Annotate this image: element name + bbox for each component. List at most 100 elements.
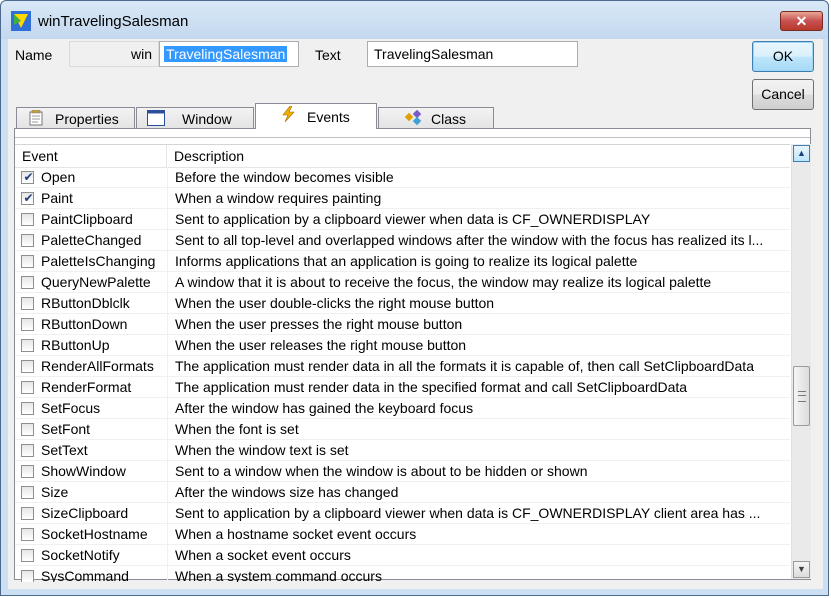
window-icon (147, 110, 165, 126)
event-description: When the font is set (167, 419, 787, 440)
checkmark-icon: ✔ (23, 191, 34, 205)
event-description: When a window requires painting (167, 188, 787, 209)
ok-button[interactable]: OK (752, 41, 814, 72)
table-row[interactable]: SetFocus After the window has gained the … (15, 398, 790, 419)
event-description: When the window text is set (167, 440, 787, 461)
name-prefix-field: win (69, 41, 159, 67)
event-checkbox[interactable] (21, 528, 34, 541)
event-description: When a hostname socket event occurs (167, 524, 787, 545)
event-description: When the user releases the right mouse b… (167, 335, 787, 356)
tab-properties[interactable]: Properties (16, 107, 135, 129)
event-checkbox[interactable] (21, 297, 34, 310)
event-description: A window that it is about to receive the… (167, 272, 787, 293)
text-label: Text (315, 47, 341, 63)
table-row[interactable]: RenderAllFormats The application must ren… (15, 356, 790, 377)
event-checkbox[interactable] (21, 402, 34, 415)
event-name: Open (41, 169, 76, 185)
scroll-up-button[interactable]: ▲ (793, 145, 810, 162)
event-checkbox[interactable] (21, 360, 34, 373)
table-row[interactable]: ShowWindow Sent to a window when the wind… (15, 461, 790, 482)
event-checkbox[interactable]: ✔ (21, 170, 34, 184)
event-checkbox[interactable] (21, 234, 34, 247)
name-prefix: win (130, 46, 152, 62)
title-bar[interactable]: winTravelingSalesman ✕ (1, 1, 828, 39)
event-description: The application must render data in all … (167, 356, 787, 377)
event-checkbox[interactable] (21, 213, 34, 226)
event-name: SetFocus (41, 400, 101, 416)
table-row[interactable]: RenderFormat The application must render … (15, 377, 790, 398)
panel-strip (15, 129, 810, 138)
event-description: Informs applications that an application… (167, 251, 787, 272)
scroll-down-button[interactable]: ▼ (793, 561, 810, 578)
table-row[interactable]: SetFont When the font is set (15, 419, 790, 440)
table-row[interactable]: Size After the windows size has changed (15, 482, 790, 503)
event-name: Size (41, 484, 69, 500)
event-name: RButtonDown (41, 316, 128, 332)
table-row[interactable]: PaletteIsChanging Informs applications th… (15, 251, 790, 272)
event-checkbox[interactable] (21, 570, 34, 582)
event-checkbox[interactable] (21, 423, 34, 436)
column-header-description[interactable]: Description (167, 145, 790, 167)
event-description: Before the window becomes visible (167, 167, 787, 188)
scroll-thumb[interactable] (793, 366, 810, 426)
tab-window-label: Window (182, 111, 232, 127)
table-row[interactable]: SocketHostname When a hostname socket eve… (15, 524, 790, 545)
text-input[interactable]: TravelingSalesman (367, 41, 578, 67)
table-row[interactable]: RButtonDblclk When the user double-clicks… (15, 293, 790, 314)
event-description: When a system command occurs (167, 566, 787, 582)
event-checkbox[interactable] (21, 486, 34, 499)
table-row[interactable]: QueryNewPalette A window that it is about… (15, 272, 790, 293)
event-checkbox[interactable] (21, 255, 34, 268)
table-row[interactable]: ✔ Open Before the window becomes visible (15, 167, 790, 188)
tab-class[interactable]: Class (378, 107, 494, 129)
event-checkbox[interactable] (21, 318, 34, 331)
table-row[interactable]: SocketNotify When a socket event occurs (15, 545, 790, 566)
table-row[interactable]: RButtonUp When the user releases the righ… (15, 335, 790, 356)
close-button[interactable]: ✕ (780, 11, 823, 31)
table-row[interactable]: PaletteChanged Sent to all top-level and … (15, 230, 790, 251)
table-row[interactable]: SizeClipboard Sent to application by a cl… (15, 503, 790, 524)
window-title: winTravelingSalesman (38, 13, 189, 30)
event-checkbox[interactable]: ✔ (21, 191, 34, 205)
table-row[interactable]: SysCommand When a system command occurs (15, 566, 790, 582)
event-name: PaletteIsChanging (41, 253, 156, 269)
table-row[interactable]: ✔ Paint When a window requires painting (15, 188, 790, 209)
event-description: When the user presses the right mouse bu… (167, 314, 787, 335)
tab-events[interactable]: Events (255, 103, 377, 129)
main-window: winTravelingSalesman ✕ Name win Travelin… (0, 0, 829, 596)
event-checkbox[interactable] (21, 507, 34, 520)
event-checkbox[interactable] (21, 444, 34, 457)
event-checkbox[interactable] (21, 465, 34, 478)
event-checkbox[interactable] (21, 339, 34, 352)
name-label: Name (15, 47, 53, 63)
event-checkbox[interactable] (21, 381, 34, 394)
event-name: RButtonUp (41, 337, 110, 353)
cancel-button[interactable]: Cancel (752, 79, 814, 110)
event-description: Sent to a window when the window is abou… (167, 461, 787, 482)
event-name: RButtonDblclk (41, 295, 130, 311)
column-header-event[interactable]: Event (15, 145, 167, 167)
dialog-client: Name win TravelingSalesman Text Travelin… (8, 39, 823, 589)
event-description: When a socket event occurs (167, 545, 787, 566)
event-description: Sent to application by a clipboard viewe… (167, 503, 787, 524)
event-name: RenderAllFormats (41, 358, 154, 374)
event-description: Sent to all top-level and overlapped win… (167, 230, 787, 251)
event-name: SocketHostname (41, 526, 148, 542)
tab-events-label: Events (307, 109, 350, 125)
event-name: QueryNewPalette (41, 274, 151, 290)
class-icon (405, 110, 422, 126)
event-description: After the windows size has changed (167, 482, 787, 503)
vertical-scrollbar[interactable]: ▲ ▼ (791, 144, 811, 579)
event-checkbox[interactable] (21, 276, 34, 289)
tab-window[interactable]: Window (136, 107, 254, 129)
event-name: SetFont (41, 421, 91, 437)
app-icon (11, 11, 31, 31)
event-description: When the user double-clicks the right mo… (167, 293, 787, 314)
table-row[interactable]: SetText When the window text is set (15, 440, 790, 461)
table-row[interactable]: RButtonDown When the user presses the rig… (15, 314, 790, 335)
name-input[interactable]: TravelingSalesman (159, 41, 299, 67)
events-panel: Event Description ✔ Open Before the window… (14, 128, 811, 582)
event-name: SocketNotify (41, 547, 120, 563)
event-checkbox[interactable] (21, 549, 34, 562)
table-row[interactable]: PaintClipboard Sent to application by a c… (15, 209, 790, 230)
